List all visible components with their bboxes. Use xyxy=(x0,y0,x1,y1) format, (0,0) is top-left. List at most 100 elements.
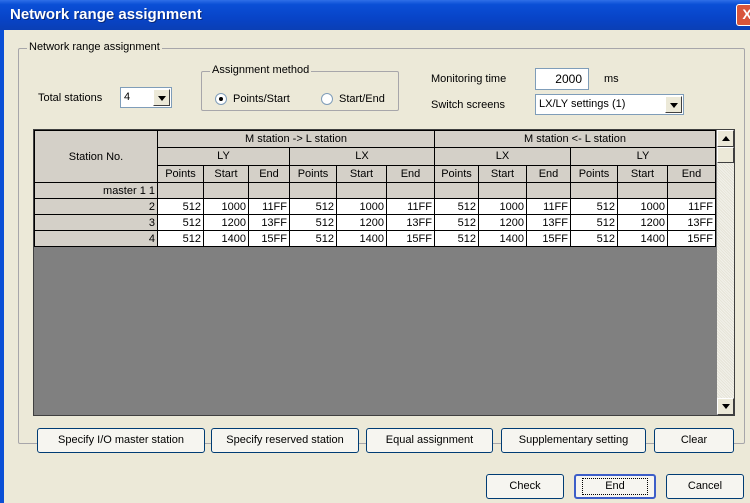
column-header-start: Start xyxy=(478,164,527,184)
table-cell[interactable]: 1400 xyxy=(617,230,668,247)
station-cell: 2 xyxy=(34,198,158,215)
radio-start-end-label: Start/End xyxy=(339,93,385,105)
table-cell[interactable]: 1400 xyxy=(336,230,387,247)
table-cell[interactable]: 1200 xyxy=(336,214,387,231)
table-cell[interactable]: 512 xyxy=(289,230,337,247)
radio-points-start-label: Points/Start xyxy=(233,93,290,105)
station-cell: master 1 1 xyxy=(34,182,158,199)
switch-screens-value: LX/LY settings (1) xyxy=(539,98,626,110)
clear-button[interactable]: Clear xyxy=(654,428,734,453)
table-cell[interactable]: 1000 xyxy=(617,198,668,215)
table-row: 3 512 1200 13FF 512 1200 13FF 512 1200 13FF 512 120… xyxy=(34,214,716,231)
column-header-points: Points xyxy=(570,164,618,184)
sub-header-lx: LX xyxy=(289,147,435,166)
scroll-down-icon[interactable] xyxy=(717,398,734,415)
table-cell[interactable]: 1000 xyxy=(336,198,387,215)
switch-screens-select[interactable]: LX/LY settings (1) xyxy=(535,94,684,115)
column-header-end: End xyxy=(667,164,716,184)
table-cell xyxy=(157,182,204,199)
table-cell xyxy=(570,182,618,199)
close-button[interactable]: X xyxy=(736,4,750,26)
column-header-start: Start xyxy=(203,164,249,184)
switch-screens-label: Switch screens xyxy=(431,99,505,111)
chevron-down-icon[interactable] xyxy=(153,89,170,106)
table-cell[interactable]: 15FF xyxy=(526,230,571,247)
table-cell[interactable]: 512 xyxy=(157,214,204,231)
table-cell[interactable]: 15FF xyxy=(386,230,435,247)
specify-io-master-button[interactable]: Specify I/O master station xyxy=(37,428,205,453)
table-cell[interactable]: 512 xyxy=(157,230,204,247)
table-cell[interactable]: 11FF xyxy=(386,198,435,215)
table-cell[interactable]: 512 xyxy=(434,214,479,231)
table-row: 4 512 1400 15FF 512 1400 15FF 512 1400 15FF 512 140… xyxy=(34,230,716,247)
table-cell[interactable]: 1400 xyxy=(478,230,527,247)
column-header-end: End xyxy=(386,164,435,184)
table-cell[interactable]: 512 xyxy=(157,198,204,215)
monitoring-time-input[interactable]: 2000 xyxy=(535,68,589,90)
sub-header-lx: LX xyxy=(434,147,571,166)
table-cell[interactable]: 1000 xyxy=(478,198,527,215)
table-cell[interactable]: 512 xyxy=(289,214,337,231)
supplementary-setting-button[interactable]: Supplementary setting xyxy=(501,428,646,453)
table-cell[interactable]: 13FF xyxy=(386,214,435,231)
station-cell: 3 xyxy=(34,214,158,231)
vertical-scrollbar[interactable] xyxy=(717,130,734,415)
table-cell[interactable]: 512 xyxy=(434,230,479,247)
station-no-header: Station No. xyxy=(34,130,158,183)
end-button-label: End xyxy=(582,478,648,495)
column-header-end: End xyxy=(248,164,290,184)
table-cell[interactable]: 1200 xyxy=(478,214,527,231)
table-cell[interactable]: 15FF xyxy=(667,230,716,247)
table-cell[interactable]: 512 xyxy=(570,230,618,247)
radio-start-end[interactable] xyxy=(321,93,333,105)
table-cell xyxy=(667,182,716,199)
column-header-end: End xyxy=(526,164,571,184)
table-row: 2 512 1000 11FF 512 1000 11FF 512 1000 11FF 512 100… xyxy=(34,198,716,215)
table-cell[interactable]: 11FF xyxy=(526,198,571,215)
column-header-points: Points xyxy=(157,164,204,184)
monitoring-time-label: Monitoring time xyxy=(431,73,507,85)
sub-header-ly: LY xyxy=(570,147,716,166)
table-cell[interactable]: 13FF xyxy=(526,214,571,231)
assignment-method-legend: Assignment method xyxy=(210,64,312,76)
range-table: Station No. M station -> L station M sta… xyxy=(34,129,716,247)
table-cell xyxy=(203,182,249,199)
range-grid: Station No. M station -> L station M sta… xyxy=(33,129,735,416)
table-cell xyxy=(478,182,527,199)
scroll-thumb[interactable] xyxy=(717,147,734,163)
group-header-l-to-m: M station <- L station xyxy=(434,129,716,149)
monitoring-unit: ms xyxy=(604,73,619,85)
table-cell[interactable]: 1000 xyxy=(203,198,249,215)
table-cell[interactable]: 1200 xyxy=(617,214,668,231)
table-cell xyxy=(386,182,435,199)
table-cell[interactable]: 512 xyxy=(570,198,618,215)
grid-body: master 1 1 2 512 1000 11FF 512 1000 11FF 512 1000… xyxy=(34,182,716,247)
table-cell[interactable]: 512 xyxy=(570,214,618,231)
total-stations-value: 4 xyxy=(124,91,131,103)
table-cell xyxy=(434,182,479,199)
table-cell[interactable]: 15FF xyxy=(248,230,290,247)
table-cell[interactable]: 13FF xyxy=(248,214,290,231)
table-cell xyxy=(617,182,668,199)
column-header-points: Points xyxy=(289,164,337,184)
end-button[interactable]: End xyxy=(574,474,656,499)
window-title: Network range assignment xyxy=(10,6,202,23)
table-cell[interactable]: 1200 xyxy=(203,214,249,231)
scroll-up-icon[interactable] xyxy=(717,130,734,147)
table-cell[interactable]: 1400 xyxy=(203,230,249,247)
station-cell: 4 xyxy=(34,230,158,247)
radio-points-start[interactable] xyxy=(215,93,227,105)
title-bar[interactable]: Network range assignment X xyxy=(0,0,750,30)
total-stations-label: Total stations xyxy=(38,92,103,104)
total-stations-select[interactable]: 4 xyxy=(120,87,172,108)
table-cell[interactable]: 13FF xyxy=(667,214,716,231)
equal-assignment-button[interactable]: Equal assignment xyxy=(366,428,493,453)
table-cell[interactable]: 11FF xyxy=(248,198,290,215)
specify-reserved-button[interactable]: Specify reserved station xyxy=(211,428,359,453)
check-button[interactable]: Check xyxy=(486,474,564,499)
table-cell[interactable]: 512 xyxy=(289,198,337,215)
table-cell[interactable]: 512 xyxy=(434,198,479,215)
cancel-button[interactable]: Cancel xyxy=(666,474,744,499)
table-cell[interactable]: 11FF xyxy=(667,198,716,215)
chevron-down-icon[interactable] xyxy=(665,96,682,113)
